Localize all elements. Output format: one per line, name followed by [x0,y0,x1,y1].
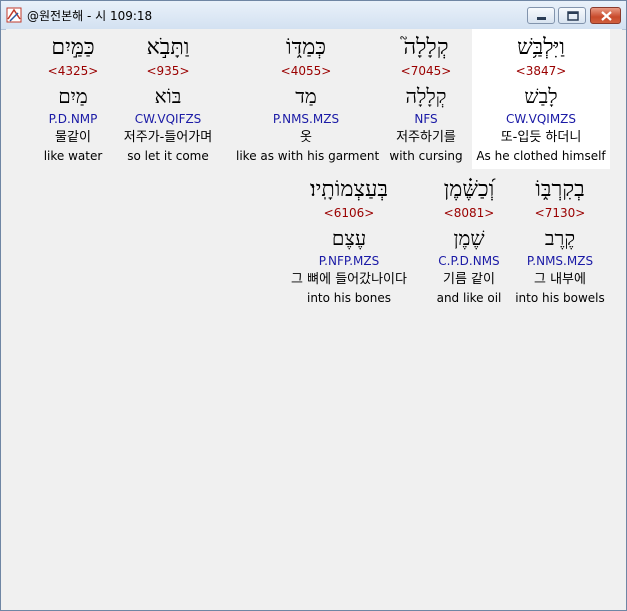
morphology-code: C.P.D.NMS [438,254,500,268]
english-gloss: into his bones [306,291,391,305]
strong-number[interactable]: <4055> [236,64,376,78]
hebrew-word: וַתָּבֹ֣א [146,35,190,60]
word-cell[interactable]: קְלָלָה֮ <7045> קְלָלָה NFS 저주하기를 with c… [384,29,468,169]
korean-gloss: 그 내부에 [534,272,586,287]
maximize-button[interactable] [558,7,586,24]
morphology-code: P.NFP.MZS [318,254,380,268]
lemma-word: לָבַשׁ [524,84,558,108]
strong-number[interactable]: <7130> [512,206,608,220]
english-gloss: As he clothed himself [476,149,606,163]
morphology-code: CW.VQIMZS [505,112,577,126]
close-icon [601,11,612,21]
morphology-code: P.NMS.MZS [272,112,340,126]
hebrew-word: בְקִרְבּ֑וֹ [535,177,585,202]
morphology-code: P.D.NMP [48,112,98,126]
close-button[interactable] [590,7,621,24]
title-bar[interactable]: @원전본해 - 시 109:18 [1,1,626,30]
korean-gloss: 또-입듯 하더니 [500,130,582,145]
word-cell[interactable]: בְּעַצְמוֹתָֽיו׃ <6106> עֶצֶם P.NFP.MZS … [276,171,422,311]
strong-number[interactable]: <6106> [276,206,422,220]
strong-number[interactable]: <4325> [36,64,110,78]
maximize-icon [567,11,579,21]
lemma-word: עֶצֶם [331,226,367,250]
hebrew-word: כְּמַדּ֑וֹ [285,35,326,60]
lemma-word: שֶׁמֶן [453,226,485,250]
english-gloss: with cursing [389,149,463,163]
word-cell[interactable]: כְּמַדּ֑וֹ <4055> מַד P.NMS.MZS 옷 like a… [236,29,380,169]
korean-gloss: 그 뼈에 들어갔나이다 [291,272,407,287]
hebrew-word: בְּעַצְמוֹתָֽיו׃ [309,177,389,202]
lemma-word: קֶרֶב [544,226,576,250]
korean-gloss: 옷 [300,130,312,145]
strong-number[interactable]: <8081> [430,206,508,220]
morphology-code: NFS [414,112,438,126]
window-title: @원전본해 - 시 109:18 [27,9,153,23]
english-gloss: and like oil [436,291,502,305]
word-cell[interactable]: וַתָּבֹ֣א <935> בּוֹא CW.VQIFZS 저주가-들어가며… [118,29,218,169]
word-cell-selected[interactable]: וַיִּלְבַּ֥שׁ <3847> לָבַשׁ CW.VQIMZS 또-… [472,29,610,169]
app-window: @원전본해 - 시 109:18 כַּמַּ֣יִם <4325> מַיִם… [0,0,627,611]
korean-gloss: 기름 같이 [443,272,495,287]
minimize-button[interactable] [527,7,555,24]
morphology-code: P.NMS.MZS [526,254,594,268]
hebrew-word: וְ֝כַשֶּׁ֗מֶן [443,177,495,202]
english-gloss: like water [43,149,103,163]
word-cell[interactable]: בְקִרְבּ֑וֹ <7130> קֶרֶב P.NMS.MZS 그 내부에… [512,171,608,311]
word-cell[interactable]: כַּמַּ֣יִם <4325> מַיִם P.D.NMP 물같이 like… [36,29,110,169]
lemma-word: מַד [295,84,317,108]
english-gloss: so let it come [127,149,209,163]
app-icon[interactable] [6,7,22,23]
strong-number[interactable]: <7045> [384,64,468,78]
lemma-word: מַיִם [58,84,88,108]
korean-gloss: 저주가-들어가며 [123,130,213,145]
morphology-code: CW.VQIFZS [134,112,202,126]
hebrew-word: קְלָלָה֮ [403,35,449,60]
lemma-word: בּוֹא [154,84,182,108]
korean-gloss: 저주하기를 [396,130,456,145]
english-gloss: into his bowels [515,291,605,305]
lemma-word: קְלָלָה [405,84,447,108]
strong-number[interactable]: <935> [118,64,218,78]
word-cell[interactable]: וְ֝כַשֶּׁ֗מֶן <8081> שֶׁמֶן C.P.D.NMS 기름… [430,171,508,311]
english-gloss: like as with his garment [236,149,380,163]
korean-gloss: 물같이 [55,130,91,145]
strong-number[interactable]: <3847> [472,64,610,78]
minimize-icon [537,17,546,20]
hebrew-word: כַּמַּ֣יִם [51,35,95,60]
hebrew-word: וַיִּלְבַּ֥שׁ [517,35,565,60]
interlinear-panel[interactable]: כַּמַּ֣יִם <4325> מַיִם P.D.NMP 물같이 like… [6,29,622,606]
